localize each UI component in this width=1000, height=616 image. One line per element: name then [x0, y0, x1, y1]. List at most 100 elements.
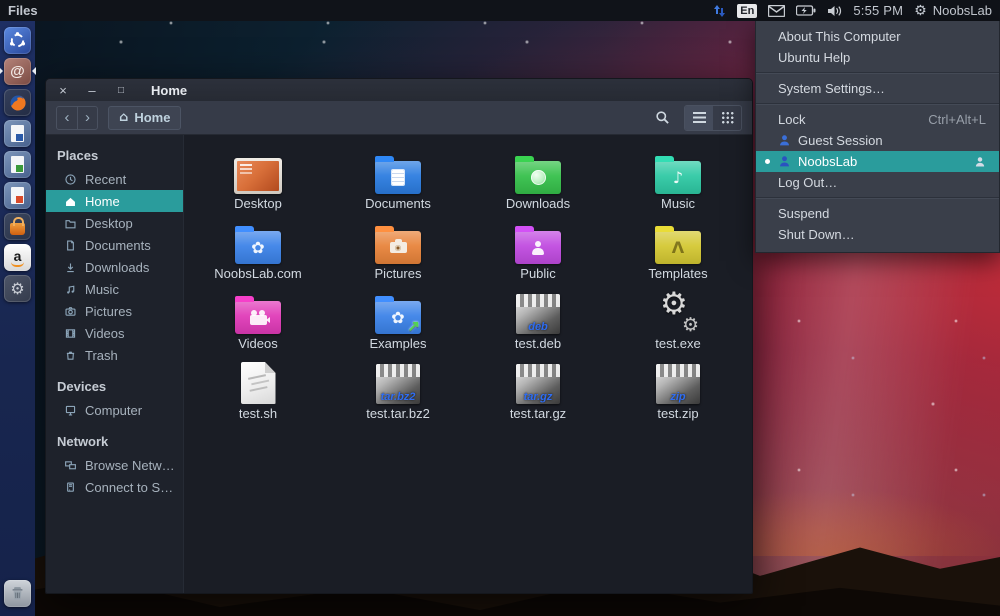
search-button[interactable]	[648, 106, 676, 130]
software-center-icon[interactable]	[4, 213, 31, 240]
sync-arrows-icon[interactable]	[713, 4, 726, 18]
menu-item-help[interactable]: Ubuntu Help	[756, 47, 999, 68]
public-folder-icon	[515, 231, 561, 264]
session-menu: About This Computer Ubuntu Help System S…	[755, 21, 1000, 253]
user-person-icon	[778, 155, 791, 168]
menu-item-guest-session[interactable]: Guest Session	[756, 130, 999, 151]
file-item-pictures[interactable]: Pictures	[328, 217, 468, 287]
libreoffice-impress-icon[interactable]	[4, 182, 31, 209]
camera-icon	[64, 305, 77, 318]
menu-item-suspend[interactable]: Suspend	[756, 203, 999, 224]
forward-button[interactable]: ›	[77, 107, 97, 129]
file-item-test-exe[interactable]: ⚙⚙ test.exe	[608, 287, 748, 357]
sidebar-item-music[interactable]: Music	[46, 278, 183, 300]
keyboard-layout-indicator[interactable]: En	[737, 4, 757, 18]
archive-box-icon: zip	[656, 364, 700, 404]
window-titlebar[interactable]: × – □ Home	[46, 79, 752, 101]
sidebar-item-desktop[interactable]: Desktop	[46, 212, 183, 234]
file-item-downloads[interactable]: Downloads	[468, 147, 608, 217]
file-item-noobslab[interactable]: ✿ NoobsLab.com	[188, 217, 328, 287]
compass-emblem: Λ	[672, 240, 684, 256]
clock[interactable]: 5:55 PM	[853, 3, 903, 18]
sidebar-header-devices: Devices	[46, 374, 183, 399]
videos-folder-icon	[235, 301, 281, 334]
noobslab-folder-icon: ✿	[235, 231, 281, 264]
top-panel: Files En 5:55 PM ⚙ NoobsLab	[0, 0, 1000, 21]
session-menu-indicator[interactable]: ⚙ NoobsLab	[914, 3, 992, 18]
file-item-videos[interactable]: Videos	[188, 287, 328, 357]
network-icon	[64, 459, 77, 472]
session-gear-icon: ⚙	[914, 4, 927, 18]
files-app-icon[interactable]: @	[4, 58, 31, 85]
minimize-button[interactable]: –	[85, 84, 99, 97]
impress-document-icon	[11, 187, 24, 204]
amazon-icon[interactable]: a	[4, 244, 31, 271]
file-item-documents[interactable]: Documents	[328, 147, 468, 217]
computer-icon	[64, 404, 77, 417]
menu-item-log-out[interactable]: Log Out…	[756, 172, 999, 193]
sidebar-item-computer[interactable]: Computer	[46, 399, 183, 421]
sidebar-item-trash[interactable]: Trash	[46, 344, 183, 366]
home-icon: ⌂	[119, 110, 128, 125]
sidebar-item-connect-to-server[interactable]: Connect to S…	[46, 476, 183, 498]
breadcrumb-label: Home	[134, 110, 170, 125]
back-button[interactable]: ‹	[57, 107, 77, 129]
person-emblem	[531, 241, 545, 255]
close-button[interactable]: ×	[56, 84, 70, 97]
ubuntu-dash-icon[interactable]	[4, 27, 31, 54]
menu-item-lock[interactable]: Lock Ctrl+Alt+L	[756, 109, 999, 130]
menu-item-noobslab[interactable]: NoobsLab	[756, 151, 999, 172]
libreoffice-writer-icon[interactable]	[4, 120, 31, 147]
sidebar-item-documents[interactable]: Documents	[46, 234, 183, 256]
amazon-letter: a	[14, 250, 22, 262]
file-item-examples[interactable]: ✿↗ Examples	[328, 287, 468, 357]
file-item-public[interactable]: Public	[468, 217, 608, 287]
battery-icon[interactable]	[796, 5, 816, 16]
grid-view-button[interactable]	[713, 106, 741, 130]
download-arrow-icon	[64, 261, 77, 274]
firefox-icon[interactable]	[4, 89, 31, 116]
system-settings-icon[interactable]: ⚙	[4, 275, 31, 302]
downloads-folder-icon	[515, 161, 561, 194]
menu-separator	[756, 72, 999, 74]
file-item-test-sh[interactable]: test.sh	[188, 357, 328, 427]
file-item-music[interactable]: ♪ Music	[608, 147, 748, 217]
libreoffice-calc-icon[interactable]	[4, 151, 31, 178]
sidebar-item-downloads[interactable]: Downloads	[46, 256, 183, 278]
menu-item-system-settings[interactable]: System Settings…	[756, 78, 999, 99]
file-item-desktop[interactable]: Desktop	[188, 147, 328, 217]
volume-icon[interactable]	[827, 5, 842, 17]
document-icon	[64, 239, 77, 252]
view-toggle	[684, 105, 742, 131]
user-status-person-icon	[974, 156, 986, 168]
package-box-icon: deb	[516, 294, 560, 334]
sidebar-item-home[interactable]: Home	[46, 190, 183, 212]
server-icon	[64, 481, 77, 494]
settings-gear-icon: ⚙	[10, 279, 24, 298]
menu-separator	[756, 197, 999, 199]
navigation-buttons: ‹ ›	[56, 106, 98, 130]
nautilus-shell-icon: @	[10, 63, 25, 80]
menu-item-shut-down[interactable]: Shut Down…	[756, 224, 999, 245]
flower-emblem: ✿	[251, 240, 264, 256]
mail-indicator-icon[interactable]	[768, 5, 785, 17]
sidebar-item-browse-network[interactable]: Browse Netw…	[46, 454, 183, 476]
document-emblem	[392, 170, 404, 185]
sidebar-item-recent[interactable]: Recent	[46, 168, 183, 190]
sidebar-item-videos[interactable]: Videos	[46, 322, 183, 344]
trash-dock-icon[interactable]	[4, 580, 31, 607]
menu-item-about[interactable]: About This Computer	[756, 26, 999, 47]
file-item-test-tar-bz2[interactable]: tar.bz2 test.tar.bz2	[328, 357, 468, 427]
sidebar-item-pictures[interactable]: Pictures	[46, 300, 183, 322]
amazon-smile-icon	[11, 262, 24, 267]
breadcrumb[interactable]: ⌂ Home	[108, 106, 181, 130]
file-item-test-tar-gz[interactable]: tar.gz test.tar.gz	[468, 357, 608, 427]
shortcut-arrow-emblem: ↗	[407, 317, 420, 335]
file-item-test-deb[interactable]: deb test.deb	[468, 287, 608, 357]
list-view-button[interactable]	[685, 106, 713, 130]
file-item-templates[interactable]: Λ Templates	[608, 217, 748, 287]
window-title: Home	[151, 83, 187, 98]
trash-can-icon	[9, 585, 26, 602]
maximize-button[interactable]: □	[114, 84, 128, 97]
file-item-test-zip[interactable]: zip test.zip	[608, 357, 748, 427]
